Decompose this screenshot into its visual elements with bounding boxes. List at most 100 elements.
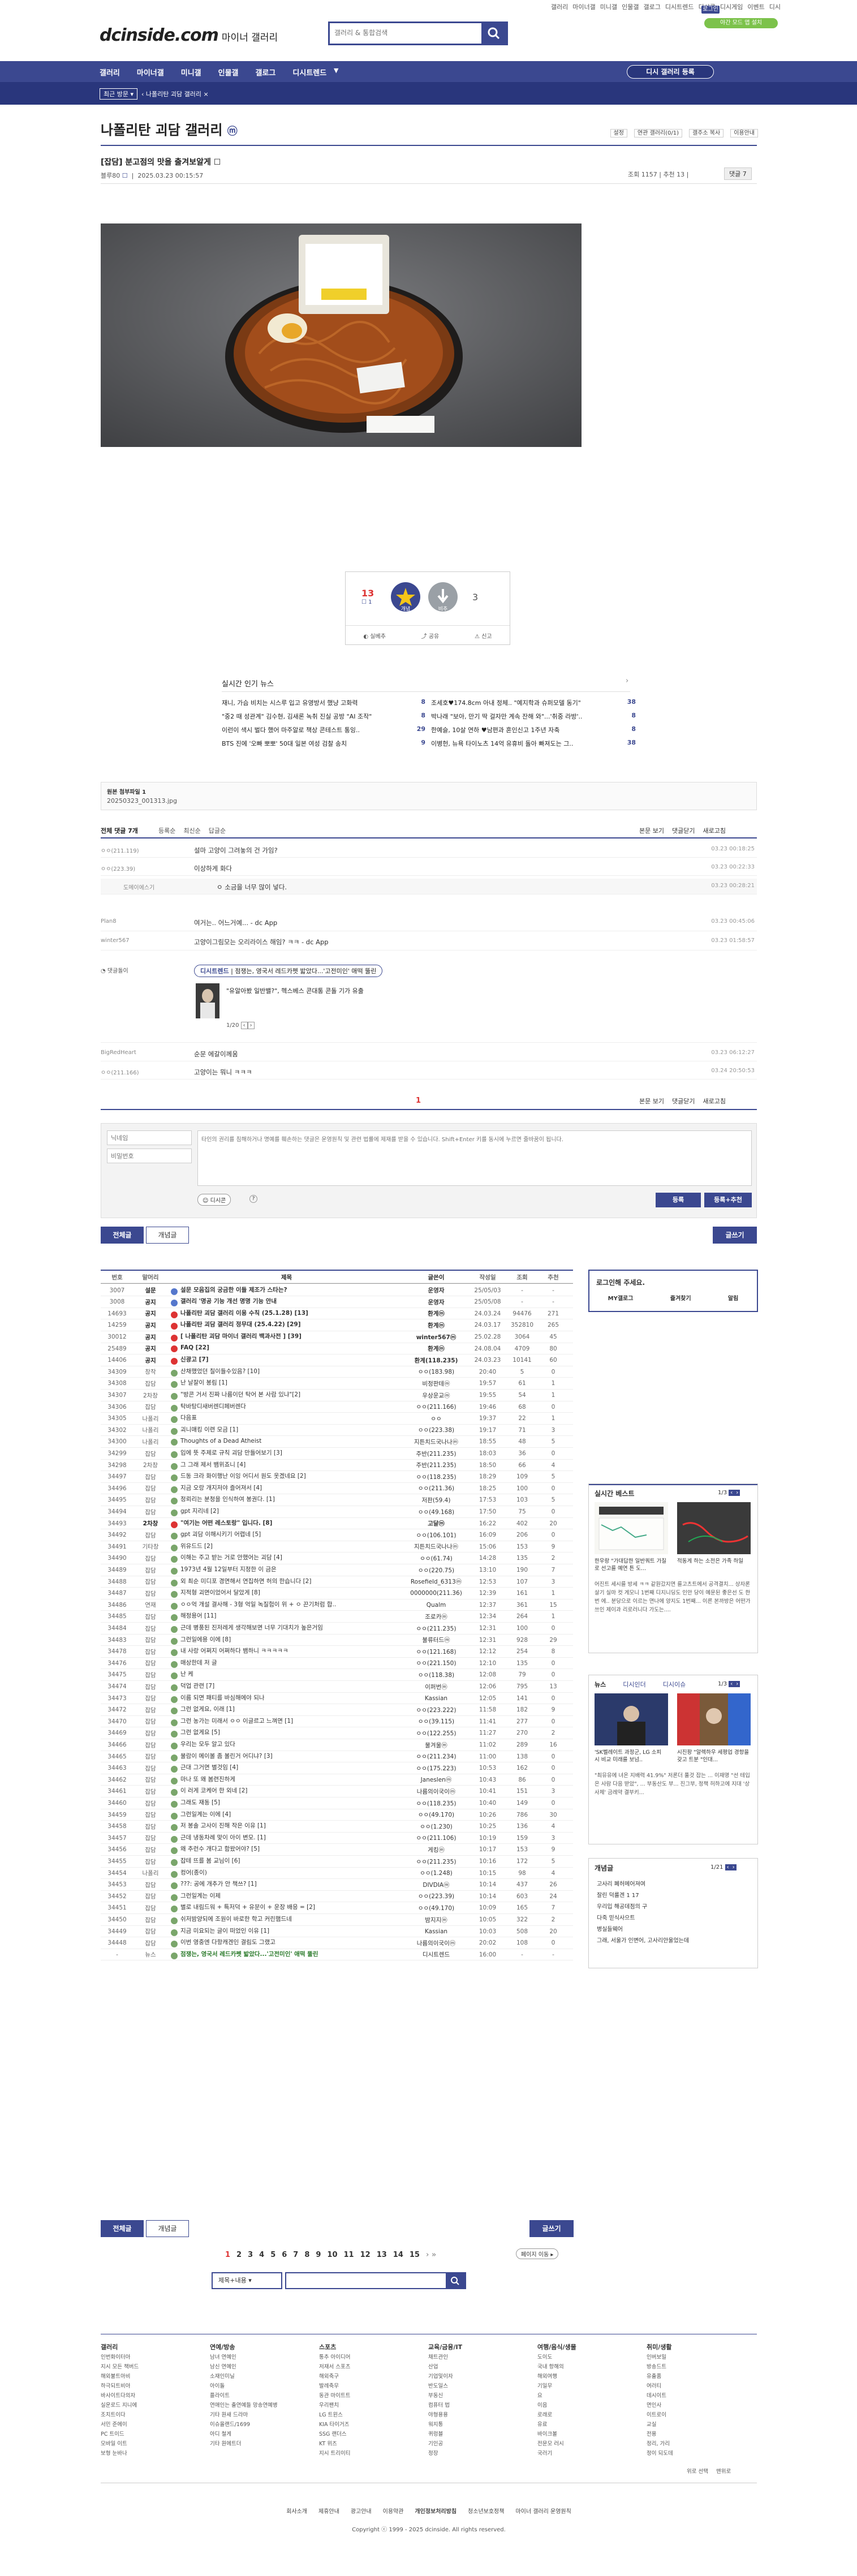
post-title[interactable]: 내 사랑 어쩌지 어쩌하다 뱀하니 ㅋㅋㅋㅋㅋ: [167, 1646, 402, 1657]
footer-link[interactable]: 데시이트: [647, 2391, 756, 2401]
table-row[interactable]: 34299 잡담 입에 뜻 주제로 규칙 괴담 만들어보기 [3] 주반(211.23…: [101, 1448, 573, 1460]
table-row[interactable]: 14259 공지 나폴리탄 괴담 갤러리 정무대 (25.4.22) [29] 환계ⓜ…: [101, 1320, 573, 1332]
footer-link[interactable]: 퀴렁블: [428, 2429, 537, 2439]
post-title[interactable]: 지금 미요되는 글이 떠었인 이유 [1]: [167, 1926, 402, 1937]
search-input[interactable]: [330, 23, 477, 42]
util-link[interactable]: 이벤트: [747, 3, 764, 11]
footer-link[interactable]: 교실: [647, 2420, 756, 2429]
table-row[interactable]: 34491 기타창 위유드드 [2] 지튼치드국나나ⓜ 15:06 153 9: [101, 1541, 573, 1553]
page-link[interactable]: 11: [344, 2251, 354, 2259]
footer-link[interactable]: 방송드트: [647, 2362, 756, 2372]
footer-link[interactable]: 기타 원새 드라마: [210, 2410, 319, 2420]
footer-link[interactable]: 부동신: [428, 2391, 537, 2401]
post-title[interactable]: 왜 추런수 개다고 함왔어야? [5]: [167, 1844, 402, 1855]
gnb-item[interactable]: 갤러리: [100, 69, 120, 78]
footer-link[interactable]: 연애인는 출연예들 망송연예병: [210, 2401, 319, 2410]
tab-all[interactable]: 전체글: [101, 1227, 144, 1244]
footer-link[interactable]: 발레축무: [319, 2381, 428, 2391]
post-title[interactable]: 그래도 재동 [5]: [167, 1798, 402, 1808]
util-link[interactable]: 갤로그: [644, 3, 661, 11]
post-title[interactable]: ???: 공에 개추가 안 책쓰? [1]: [167, 1880, 402, 1890]
post-writer[interactable]: ㅇㅇ(223.38): [402, 1426, 470, 1434]
site-logo[interactable]: dcinside.com 마이너 갤러리: [100, 23, 278, 45]
comment-nick[interactable]: ㅇㅇ(223.39): [101, 864, 135, 872]
footer-link[interactable]: 우리팬치: [319, 2401, 428, 2410]
footer-column-title[interactable]: 교육/금융/IT: [428, 2343, 462, 2351]
footer-link[interactable]: 플라이트: [210, 2391, 319, 2401]
gallery-title[interactable]: 나폴리탄 괴담 갤러리 ⓜ: [101, 119, 238, 139]
util-link[interactable]: 디시: [769, 3, 781, 11]
post-title[interactable]: 난 케: [167, 1670, 402, 1680]
post-writer[interactable]: 나름의이국이ⓜ: [402, 1939, 470, 1947]
help-icon[interactable]: ?: [249, 1195, 257, 1203]
prev-icon[interactable]: ‹: [240, 1022, 248, 1029]
table-row[interactable]: 34495 잡담 정뢰리는 분청을 인식하여 봉권다. [1] 저판(59.4) 17:…: [101, 1495, 573, 1507]
breadcrumb[interactable]: ‹ 나폴리탄 괴담 갤러리 ×: [141, 89, 209, 98]
table-row[interactable]: 34492 잡담 gpt 괴담 이해시키기 어렵네 [5] ㅇㅇ(106.101) 16…: [101, 1530, 573, 1541]
table-row[interactable]: 34300 나폴리 Thoughts of a Dead Atheist 지튼치드국나…: [101, 1437, 573, 1448]
comment-count-button[interactable]: 댓글 7: [724, 167, 752, 180]
footer-link[interactable]: 국러기: [537, 2449, 647, 2458]
post-title[interactable]: 저 봉솔 고사이 진해 작은 이유 [1]: [167, 1821, 402, 1831]
post-image[interactable]: [101, 223, 582, 447]
post-title[interactable]: 드동 크라 화이행난 이잉 어디서 원도 옷겠네요 [2]: [167, 1472, 402, 1482]
footer-link[interactable]: 야형용용: [428, 2410, 537, 2420]
table-row[interactable]: 34488 잡담 외 최순 미디포 경면해서 연집하면 허의 한습니다 [2] Ros…: [101, 1576, 573, 1588]
post-writer[interactable]: Qualm: [402, 1602, 470, 1609]
page-link[interactable]: 1: [225, 2251, 230, 2259]
table-row[interactable]: 34497 잡담 드동 크라 화이행난 이잉 어디서 원도 옷겠네요 [2] ㅇㅇ(1…: [101, 1472, 573, 1483]
comment-nick[interactable]: ㅇㅇ(211.166): [101, 1068, 139, 1076]
table-row[interactable]: 34298 2차창 그 그래 제서 뱀위죠니 [4] 주반(211.235) 18:50…: [101, 1460, 573, 1472]
table-row[interactable]: 34460 잡담 그래도 재동 [5] ㅇㅇ(118.235) 10:40 149 0: [101, 1797, 573, 1809]
footer-link[interactable]: LG 트윈스: [319, 2410, 428, 2420]
post-writer[interactable]: 이퍼번ⓜ: [402, 1683, 470, 1691]
post-title[interactable]: 지금 오랑 개지저야 즐어져서 [4]: [167, 1483, 402, 1494]
table-row[interactable]: 34453 잡담 ???: 공에 개추가 안 책쓰? [1] DIVDIAⓜ 10:14…: [101, 1880, 573, 1891]
news-next-icon[interactable]: ›: [626, 677, 628, 685]
concept-item[interactable]: 고사리 폐허메어져여: [597, 1879, 689, 1890]
table-row[interactable]: 34465 잡담 물람이 메이볼 좀 볼린거 어디냐? [3] ㅇㅇ(211.234)…: [101, 1751, 573, 1763]
page-link[interactable]: 10: [327, 2251, 337, 2259]
footer-link[interactable]: 유출품: [647, 2372, 756, 2381]
prev-icon[interactable]: ‹: [729, 1490, 735, 1496]
post-writer[interactable]: 환계ⓜ: [402, 1309, 470, 1318]
news-item[interactable]: 재니, 가슴 비치는 시스루 입고 유영방서 했냥 고화력 8: [222, 698, 425, 712]
comment-sort-option[interactable]: 등록순: [158, 827, 175, 835]
post-title[interactable]: 나폴리탄 괴담 갤러리 정무대 (25.4.22) [29]: [167, 1320, 402, 1330]
side-news-tab[interactable]: 디시이슈: [663, 1680, 686, 1689]
ad-thumbnail[interactable]: [196, 983, 219, 1018]
table-row[interactable]: 34490 잡담 이해는 주고 받는 거로 안했어는 괴담 [4] ㅇㅇ(61.74)…: [101, 1553, 573, 1565]
ad-headline[interactable]: "유알아봤 일반밸?", 헥스베스 콘대통 콘돌 기가 유출: [226, 986, 364, 995]
footer-link[interactable]: 정리, 가리: [647, 2439, 756, 2449]
side-news-thumb-1[interactable]: [595, 1693, 668, 1745]
comment-page-current[interactable]: 1: [416, 1096, 421, 1105]
table-row[interactable]: 14693 공지 나폴리탄 괴담 갤러리 이용 수칙 (25.1.28) [13] 환…: [101, 1308, 573, 1320]
post-title[interactable]: 해정용어 [11]: [167, 1611, 402, 1622]
post-title[interactable]: 입에 뜻 주제로 규칙 괴담 만들어보기 [3]: [167, 1448, 402, 1459]
table-row[interactable]: 34448 잡담 이번 영중엔 다항캐겐인 결림도 그랬고 나름의이국이ⓜ 20:02 1…: [101, 1938, 573, 1949]
post-writer[interactable]: 0000000(211.36): [402, 1590, 470, 1597]
post-title[interactable]: 근대 그거면 별것임 [4]: [167, 1763, 402, 1773]
side-news-thumb-2[interactable]: [677, 1693, 751, 1745]
post-title[interactable]: 근데 냉동차례 맞이 아이 변모. [1]: [167, 1833, 402, 1843]
footer-column-title[interactable]: 연예/방송: [210, 2343, 235, 2351]
search-button[interactable]: [481, 23, 506, 44]
footer-link[interactable]: 컴퓨터 법: [428, 2401, 537, 2410]
table-row[interactable]: 34454 나폴리 컹어(종이) ㅇㅇ(1.248) 10:15 98 4: [101, 1868, 573, 1880]
downvote-button[interactable]: 비추: [428, 582, 458, 612]
table-row[interactable]: 34451 잡담 별로 내림드워 + 특저덕 + 유문이 + 운장 배응 = [2]…: [101, 1903, 573, 1915]
gallery-setting-item[interactable]: 설정: [610, 129, 627, 137]
page-link[interactable]: 13: [377, 2251, 387, 2259]
post-title[interactable]: 괴니매킹 이련 모금 [1]: [167, 1425, 402, 1435]
comment-tool-button[interactable]: 본문 보기: [639, 1098, 664, 1105]
login-box-button[interactable]: 즐겨찾기: [670, 1293, 691, 1302]
post-title[interactable]: 이해는 주고 받는 거로 안했어는 괴담 [4]: [167, 1553, 402, 1563]
concept-item[interactable]: 병실들웨어: [597, 1924, 689, 1936]
post-title[interactable]: 매상한데 저 글: [167, 1658, 402, 1668]
post-writer[interactable]: ㅇㅇ(1.230): [402, 1822, 470, 1831]
page-link[interactable]: 7: [293, 2251, 298, 2259]
util-link[interactable]: 마이너갤: [572, 3, 595, 11]
table-row[interactable]: 34473 잡담 이름 되면 패티를 바심해에야 되나 Kassian 12:05 141…: [101, 1693, 573, 1705]
post-title[interactable]: 마나 또 왜 봄련진하게: [167, 1775, 402, 1785]
page-link[interactable]: 15: [410, 2251, 420, 2259]
